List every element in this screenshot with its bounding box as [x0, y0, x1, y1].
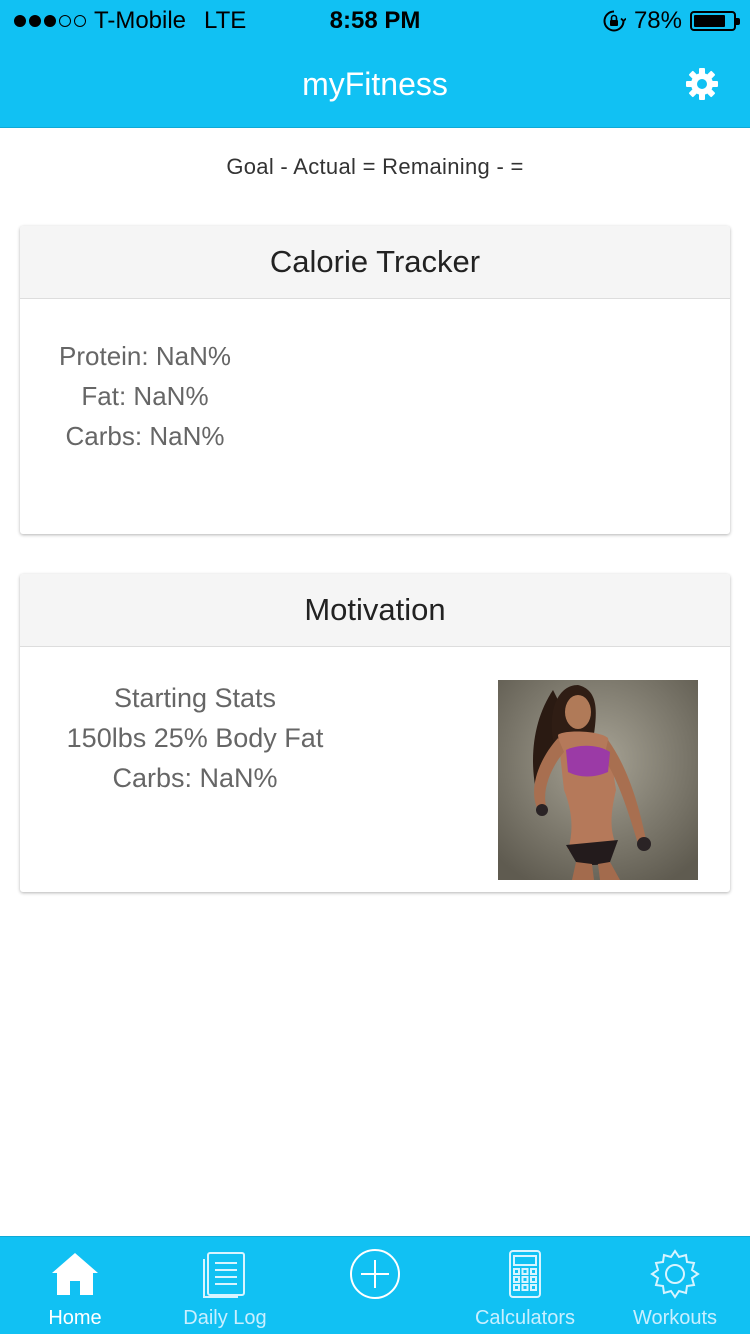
status-right: 78% — [602, 7, 740, 35]
protein-percent: Protein: NaN% — [59, 341, 231, 371]
starting-stats: Starting Stats 150lbs 25% Body Fat Carbs… — [20, 678, 370, 798]
status-bar: T-Mobile LTE 8:58 PM 78% — [0, 0, 750, 40]
motivation-card: Motivation Starting Stats 150lbs 25% Bod… — [20, 574, 730, 892]
calculator-icon — [509, 1250, 541, 1298]
carbs-percent: Carbs: NaN% — [65, 421, 225, 451]
tab-workouts-label: Workouts — [632, 1307, 718, 1329]
motivation-title: Motivation — [20, 574, 730, 647]
page-title: myFitness — [302, 66, 448, 102]
tab-daily-log[interactable]: Daily Log — [150, 1237, 300, 1334]
tab-workouts[interactable]: Workouts — [600, 1237, 750, 1334]
tab-home-label: Home — [48, 1307, 102, 1329]
calorie-tracker-title: Calorie Tracker — [20, 226, 730, 299]
calorie-summary-line: Goal - Actual = Remaining - = — [226, 154, 524, 179]
home-icon — [52, 1253, 98, 1295]
tab-bar: Home Daily Log Calculators Workouts — [0, 1236, 750, 1334]
starting-carbs: Carbs: NaN% — [112, 763, 278, 793]
app-header: T-Mobile LTE 8:58 PM 78% myFitness — [0, 0, 750, 128]
log-icon — [203, 1252, 245, 1298]
motivation-photo — [498, 680, 698, 880]
rotation-lock-icon — [603, 10, 626, 32]
tab-calculators[interactable]: Calculators — [450, 1237, 600, 1334]
starting-weight-bodyfat: 150lbs 25% Body Fat — [66, 723, 324, 753]
add-circle-icon — [350, 1249, 400, 1299]
calorie-tracker-card: Calorie Tracker Protein: NaN% Fat: NaN% … — [20, 226, 730, 534]
battery-percent: 78% — [633, 7, 682, 34]
gear-icon[interactable] — [684, 66, 720, 102]
tab-add[interactable] — [300, 1237, 450, 1334]
tab-home[interactable]: Home — [0, 1237, 150, 1334]
gear-outline-icon — [650, 1249, 700, 1299]
battery-icon — [690, 11, 740, 31]
fat-percent: Fat: NaN% — [81, 381, 209, 411]
tab-calculators-label: Calculators — [474, 1307, 576, 1329]
tab-daily-log-label: Daily Log — [183, 1307, 267, 1329]
macro-breakdown: Protein: NaN% Fat: NaN% Carbs: NaN% — [20, 336, 270, 456]
starting-stats-heading: Starting Stats — [113, 683, 277, 713]
